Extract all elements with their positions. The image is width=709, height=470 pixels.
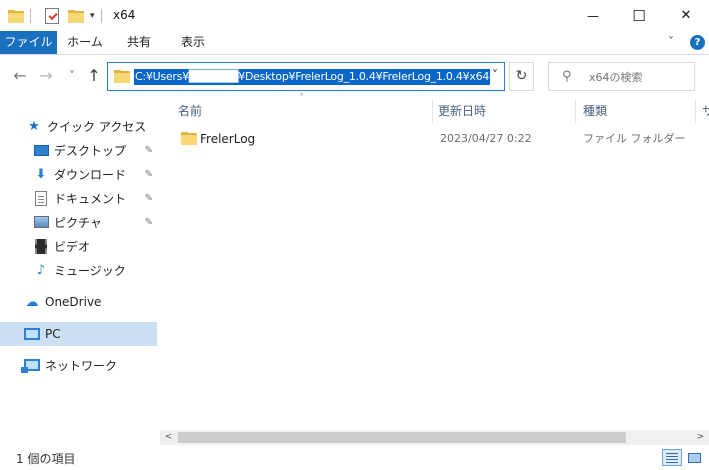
address-bar[interactable]: C:¥Users¥██████¥Desktop¥FrelerLog_1.0.4¥… [107,62,505,91]
file-type: ファイル フォルダー [583,132,686,145]
tab-home[interactable]: ホーム [61,31,109,54]
sidebar-item-pc[interactable]: PC [0,322,157,346]
search-input[interactable] [589,68,689,86]
status-bar: 1 個の項目 [0,445,709,470]
sidebar-item-network[interactable]: ネットワーク [0,353,157,377]
desktop-icon [33,142,49,158]
toolbar-divider [30,9,31,23]
list-item[interactable]: FrelerLog 2023/04/27 0:22 ファイル フォルダー [178,128,708,150]
forward-arrow-icon[interactable]: → [36,66,56,86]
sidebar-item-label: ピクチャ [54,215,102,230]
sidebar-item-label: デスクトップ [54,143,127,158]
expand-ribbon-icon[interactable]: ˅ [668,35,674,49]
pin-icon: ✎ [144,144,153,156]
column-divider[interactable] [432,99,433,123]
sidebar-item-documents[interactable]: ドキュメント ✎ [0,186,157,210]
back-arrow-icon[interactable]: ← [10,66,30,86]
cloud-icon: ☁ [25,294,39,310]
column-header-type[interactable]: 種類 [583,97,693,125]
sidebar-item-desktop[interactable]: デスクトップ ✎ [0,138,157,162]
sidebar-item-downloads[interactable]: ⬇ ダウンロード ✎ [0,162,157,186]
maximize-icon: ☐ [632,6,646,25]
title-bar: ▾ x64 — ☐ ✕ [0,0,709,31]
navigation-bar: ← → ˅ ↑ C:¥Users¥██████¥Desktop¥FrelerLo… [0,55,709,97]
column-header-name[interactable]: 名前 [178,97,430,125]
star-icon: ★ [28,118,40,134]
sidebar-item-onedrive[interactable]: ☁ OneDrive [0,290,157,314]
minimize-icon: — [587,8,599,23]
ribbon-tabs: ファイル ホーム 共有 表示 ˅ ? [0,31,709,55]
download-icon: ⬇ [35,166,47,182]
folder-icon [114,70,130,83]
folder-icon [181,132,197,145]
column-divider[interactable] [575,99,576,123]
sidebar-item-pictures[interactable]: ピクチャ ✎ [0,210,157,234]
properties-icon[interactable] [45,8,59,24]
network-icon [21,357,40,373]
sidebar-item-label: クイック アクセス [47,119,147,134]
scrollbar-thumb[interactable] [178,432,626,443]
help-icon[interactable]: ? [690,35,705,50]
pictures-icon [33,214,49,230]
file-modified: 2023/04/27 0:22 [440,132,532,145]
pin-icon: ✎ [144,192,153,204]
sidebar-item-label: ドキュメント [54,191,127,206]
file-list: ˄ 名前 更新日時 種類 サ FrelerLog 2023/04/27 0:22… [160,93,709,444]
navigation-pane: ★ クイック アクセス デスクトップ ✎ ⬇ ダウンロード ✎ ドキュメント ✎… [0,97,160,444]
address-path[interactable]: C:¥Users¥██████¥Desktop¥FrelerLog_1.0.4¥… [134,69,491,85]
sidebar-item-label: ネットワーク [45,358,118,373]
minimize-button[interactable]: — [570,0,616,31]
tab-file[interactable]: ファイル [0,31,57,54]
video-icon [33,238,49,254]
sidebar-item-label: OneDrive [45,295,102,309]
scroll-left-icon[interactable]: < [160,430,177,445]
sidebar-item-videos[interactable]: ビデオ [0,234,157,258]
details-view-button[interactable] [662,449,682,466]
new-folder-icon[interactable] [68,9,84,23]
column-header-modified[interactable]: 更新日時 [438,97,576,125]
details-view-icon [666,453,678,454]
customize-toolbar-dropdown-icon[interactable]: ▾ [90,11,95,21]
item-count: 1 個の項目 [16,452,76,466]
sidebar-item-label: ミュージック [54,263,126,278]
recent-locations-icon[interactable]: ˅ [62,66,82,86]
column-divider[interactable] [695,99,696,123]
sidebar-item-label: ダウンロード [54,167,127,182]
tab-view[interactable]: 表示 [170,31,216,54]
maximize-button[interactable]: ☐ [616,0,662,31]
search-box[interactable]: ⚲ [548,62,695,91]
up-arrow-icon[interactable]: ↑ [84,66,104,86]
column-header-size[interactable]: サ [702,97,709,125]
close-button[interactable]: ✕ [663,0,709,31]
refresh-icon: ↻ [515,68,528,84]
scroll-right-icon[interactable]: > [692,430,709,445]
large-icons-view-button[interactable] [684,449,704,466]
sidebar-item-label: PC [45,327,61,341]
tab-share[interactable]: 共有 [116,31,162,54]
sidebar-item-label: ビデオ [54,239,91,254]
document-icon [33,190,49,206]
pc-icon [24,326,40,342]
sidebar-item-quick-access[interactable]: ★ クイック アクセス [0,114,157,138]
pin-icon: ✎ [144,168,153,180]
file-name: FrelerLog [200,132,256,146]
refresh-button[interactable]: ↻ [509,62,534,91]
folder-icon [8,9,24,23]
search-icon: ⚲ [562,69,572,84]
music-icon: ♪ [36,262,46,278]
sidebar-item-music[interactable]: ♪ ミュージック [0,258,157,282]
address-dropdown-icon[interactable]: ˅ [492,68,498,82]
quick-access-toolbar: ▾ [8,6,108,26]
close-icon: ✕ [680,8,692,23]
pin-icon: ✎ [144,216,153,228]
large-icons-view-icon [688,453,701,463]
window-title: x64 [113,8,136,22]
horizontal-scrollbar[interactable]: < > [160,430,709,445]
toolbar-divider [100,9,102,23]
